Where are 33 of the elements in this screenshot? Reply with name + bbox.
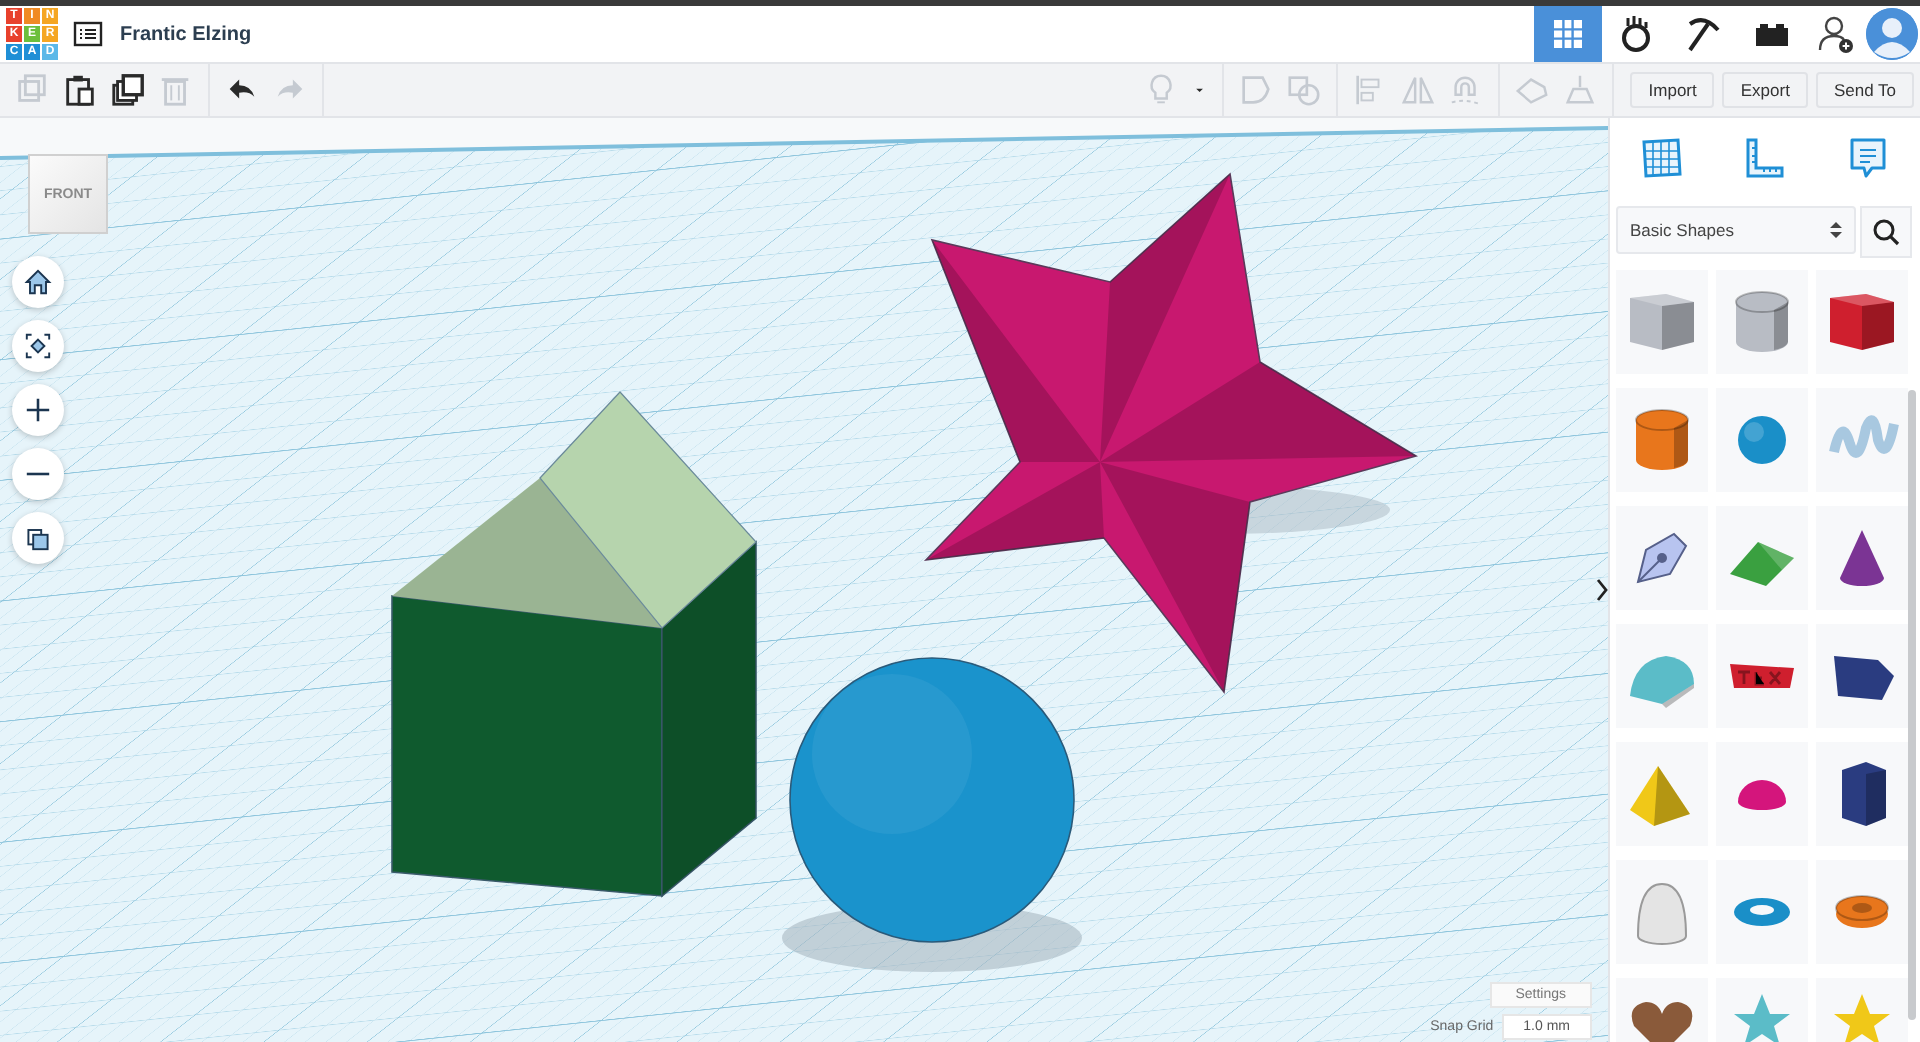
shape-tile[interactable] xyxy=(1816,270,1908,374)
shape-tile[interactable] xyxy=(1816,742,1908,846)
shape-tile[interactable] xyxy=(1716,506,1808,610)
shape-tile[interactable] xyxy=(1816,860,1908,964)
menu-icon[interactable] xyxy=(72,18,104,50)
shape-tile[interactable] xyxy=(1616,388,1708,492)
shape-tile[interactable] xyxy=(1816,624,1908,728)
shape-tile[interactable] xyxy=(1816,388,1908,492)
scrollbar[interactable] xyxy=(1908,390,1916,1020)
shape-tile[interactable] xyxy=(1716,388,1808,492)
sphere-shape[interactable] xyxy=(789,657,1075,943)
toolbar-action-button[interactable]: Export xyxy=(1722,72,1808,108)
shape-tile[interactable] xyxy=(1616,270,1708,374)
shape-tile[interactable] xyxy=(1716,860,1808,964)
shape-tile[interactable] xyxy=(1616,506,1708,610)
project-title[interactable]: Frantic Elzing xyxy=(120,23,252,45)
shape-tile[interactable] xyxy=(1616,742,1708,846)
shape-tile[interactable] xyxy=(1816,506,1908,610)
shape-tile[interactable] xyxy=(1716,742,1808,846)
up-down-arrows-icon xyxy=(1830,220,1842,240)
toolbar-action-button[interactable]: Send To xyxy=(1815,72,1914,108)
chevron-icon[interactable] xyxy=(1596,578,1608,602)
star-shape[interactable] xyxy=(923,172,1418,694)
shape-tile[interactable] xyxy=(1716,270,1808,374)
workplane-icon[interactable] xyxy=(1637,134,1686,182)
search-icon[interactable] xyxy=(1860,206,1912,258)
roof-shape[interactable] xyxy=(392,391,757,629)
toolbar-action-button[interactable]: Import xyxy=(1630,72,1715,108)
box-shape[interactable] xyxy=(391,540,757,898)
shape-tile[interactable] xyxy=(1616,624,1708,728)
category-dropdown[interactable]: Basic Shapes xyxy=(1616,206,1856,254)
shape-tile[interactable] xyxy=(1716,624,1808,728)
shape-tile[interactable] xyxy=(1616,860,1708,964)
